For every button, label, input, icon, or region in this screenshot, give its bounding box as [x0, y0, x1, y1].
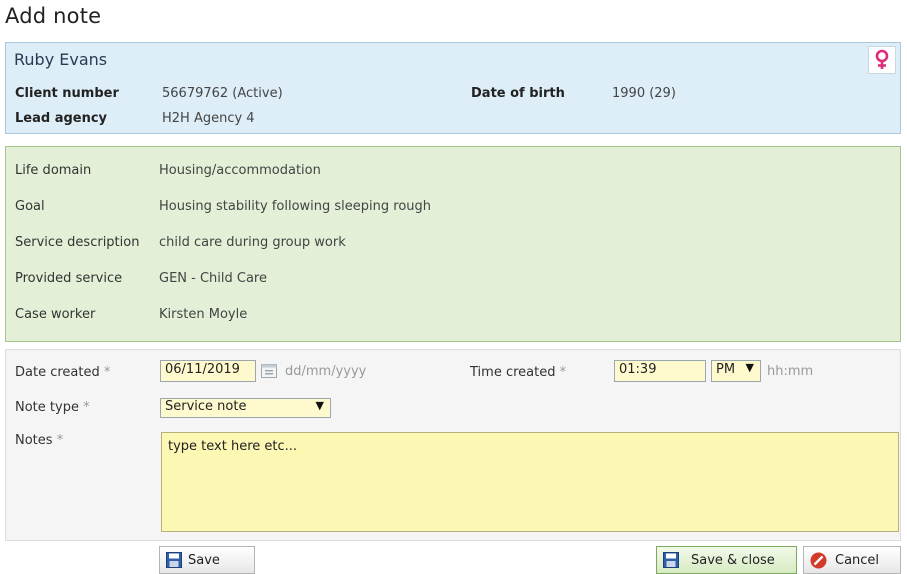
save-and-close-label: Save & close — [691, 552, 775, 568]
cancel-icon — [810, 552, 827, 568]
service-description-value: child care during group work — [159, 235, 346, 250]
required-marker: * — [56, 433, 64, 448]
date-of-birth-label: Date of birth — [471, 86, 565, 101]
calendar-icon[interactable] — [261, 363, 277, 378]
service-description-label: Service description — [15, 235, 140, 250]
am-pm-value: PM — [716, 362, 736, 377]
save-icon — [166, 552, 182, 568]
page-title: Add note — [5, 4, 102, 28]
date-created-input[interactable]: 06/11/2019 — [160, 360, 256, 382]
case-worker-label: Case worker — [15, 307, 96, 322]
am-pm-select[interactable]: PM ▼ — [711, 360, 761, 382]
note-type-value: Service note — [165, 399, 247, 414]
lead-agency-value: H2H Agency 4 — [162, 111, 255, 126]
client-name: Ruby Evans — [14, 50, 108, 69]
note-type-label: Note type * — [15, 400, 90, 415]
date-created-label-text: Date created — [15, 365, 100, 380]
client-number-label: Client number — [15, 86, 119, 101]
provided-service-label: Provided service — [15, 271, 123, 286]
client-summary-panel: Ruby Evans Client number 56679762 (Activ… — [5, 42, 901, 134]
notes-label: Notes * — [15, 433, 63, 448]
case-worker-value: Kirsten Moyle — [159, 307, 248, 322]
chevron-down-icon: ▼ — [745, 361, 754, 374]
note-form-panel: Date created * 06/11/2019 dd/mm/yyyy Tim… — [5, 349, 901, 541]
save-icon — [663, 552, 679, 568]
time-created-label-text: Time created — [470, 365, 556, 380]
required-marker: * — [103, 365, 111, 380]
time-created-label: Time created * — [470, 365, 566, 380]
note-type-label-text: Note type — [15, 400, 79, 415]
life-domain-value: Housing/accommodation — [159, 163, 321, 178]
goal-label: Goal — [15, 199, 45, 214]
save-button-label: Save — [188, 552, 220, 568]
chevron-down-icon: ▼ — [315, 399, 324, 412]
cancel-button-label: Cancel — [835, 552, 880, 568]
date-format-hint: dd/mm/yyyy — [285, 364, 367, 379]
goal-value: Housing stability following sleeping rou… — [159, 199, 432, 214]
cancel-button[interactable]: Cancel — [803, 546, 901, 574]
client-number-value: 56679762 (Active) — [162, 86, 283, 101]
save-button[interactable]: Save — [159, 546, 255, 574]
female-icon — [875, 49, 889, 69]
notes-textarea[interactable]: type text here etc... — [161, 432, 899, 532]
lead-agency-label: Lead agency — [15, 111, 108, 126]
service-details-panel: Life domain Housing/accommodation Goal H… — [5, 146, 901, 342]
date-created-label: Date created * — [15, 365, 110, 380]
time-created-input[interactable]: 01:39 — [614, 360, 706, 382]
notes-label-text: Notes — [15, 433, 53, 448]
provided-service-value: GEN - Child Care — [159, 271, 267, 286]
save-and-close-button[interactable]: Save & close — [656, 546, 797, 574]
note-type-select[interactable]: Service note ▼ — [160, 398, 331, 418]
required-marker: * — [559, 365, 567, 380]
time-format-hint: hh:mm — [767, 364, 814, 379]
gender-button[interactable] — [868, 46, 896, 74]
life-domain-label: Life domain — [15, 163, 92, 178]
date-of-birth-value: 1990 (29) — [612, 86, 676, 101]
required-marker: * — [83, 400, 90, 415]
